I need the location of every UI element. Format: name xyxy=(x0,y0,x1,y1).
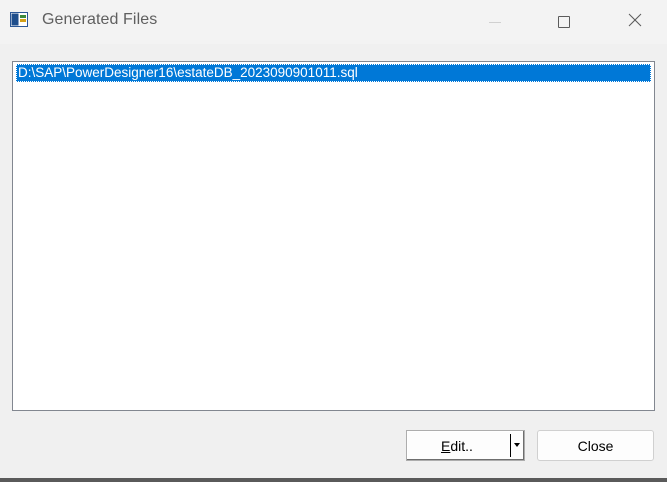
maximize-icon xyxy=(558,16,570,28)
close-button[interactable]: Close xyxy=(537,430,654,461)
edit-button[interactable]: Edit.. xyxy=(407,431,507,460)
app-window-icon xyxy=(10,12,28,28)
minimize-icon xyxy=(489,21,501,23)
edit-button-label: dit.. xyxy=(450,437,473,454)
close-window-button[interactable] xyxy=(612,0,658,44)
minimize-button[interactable] xyxy=(472,0,518,44)
edit-split-button[interactable]: Edit.. xyxy=(406,430,525,461)
list-item[interactable]: D:\SAP\PowerDesigner16\estateDB_20230909… xyxy=(16,64,651,82)
chevron-down-icon[interactable] xyxy=(514,443,520,447)
window-bottom-edge xyxy=(0,478,667,482)
close-icon xyxy=(628,13,642,32)
title-bar[interactable]: Generated Files xyxy=(0,0,667,44)
edit-button-mnemonic: E xyxy=(441,437,451,454)
generated-files-dialog: Generated Files D:\SAP\PowerDesigner16\e… xyxy=(0,0,667,482)
split-divider xyxy=(510,434,511,457)
maximize-button[interactable] xyxy=(541,0,587,44)
window-title: Generated Files xyxy=(42,11,158,28)
generated-files-list[interactable]: D:\SAP\PowerDesigner16\estateDB_20230909… xyxy=(12,61,655,411)
